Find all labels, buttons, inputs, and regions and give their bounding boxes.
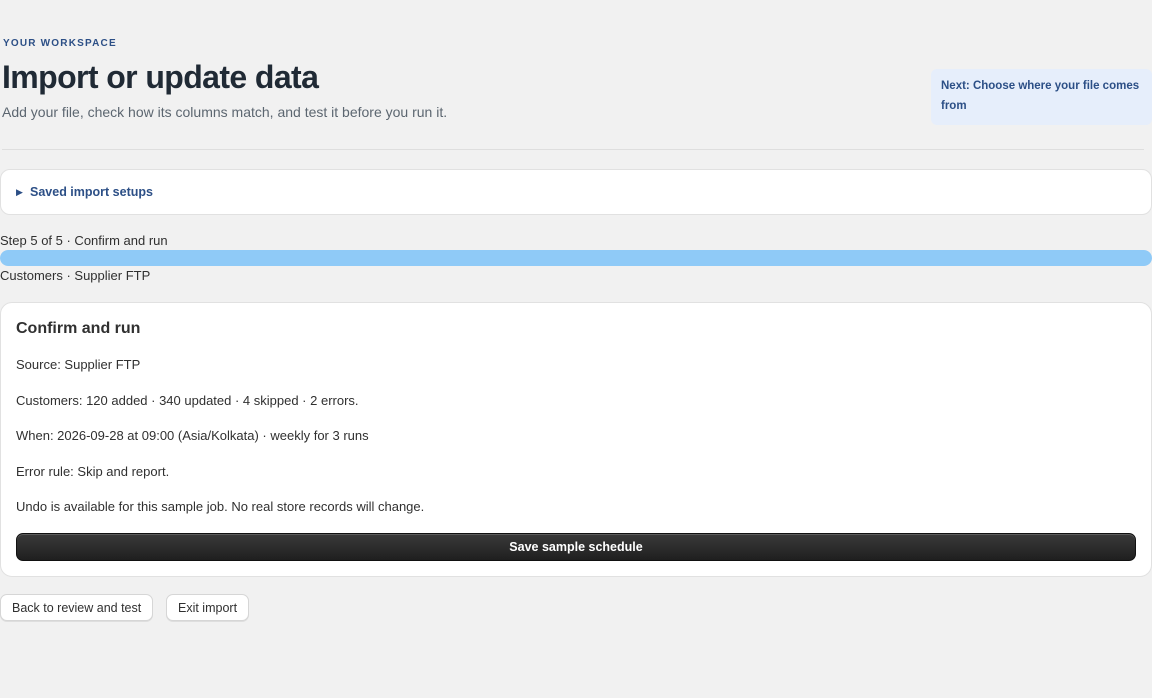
page-title: Import or update data	[2, 59, 319, 95]
undo-note-line: Undo is available for this sample job. N…	[16, 499, 425, 514]
results-summary-line: Customers: 120 added · 340 updated · 4 s…	[16, 393, 359, 408]
exit-import-button[interactable]: Exit import	[166, 594, 250, 621]
saved-import-setups-label: Saved import setups	[30, 185, 153, 199]
workspace-eyebrow: YOUR WORKSPACE	[3, 38, 117, 49]
source-line: Source: Supplier FTP	[16, 357, 141, 372]
save-sample-schedule-button[interactable]: Save sample schedule	[16, 533, 1136, 561]
schedule-line: When: 2026-09-28 at 09:00 (Asia/Kolkata)…	[16, 428, 369, 443]
step-indicator: Step 5 of 5 · Confirm and run	[0, 233, 168, 248]
progress-bar-fill	[0, 250, 1152, 266]
import-context: Customers · Supplier FTP	[0, 268, 151, 283]
back-to-review-button[interactable]: Back to review and test	[0, 594, 154, 621]
confirm-card-title: Confirm and run	[16, 320, 141, 337]
disclosure-triangle-icon: ▶	[16, 187, 23, 197]
confirm-card: Confirm and run Source: Supplier FTP Cus…	[0, 302, 1152, 577]
page-subtitle: Add your file, check how its columns mat…	[2, 104, 448, 120]
error-rule-line: Error rule: Skip and report.	[16, 464, 170, 479]
saved-import-setups-toggle[interactable]: ▶ Saved import setups	[0, 169, 1152, 215]
progress-bar	[0, 250, 1152, 266]
next-step-hint: Next: Choose where your file comes from	[931, 69, 1152, 125]
header-divider	[2, 149, 1144, 150]
